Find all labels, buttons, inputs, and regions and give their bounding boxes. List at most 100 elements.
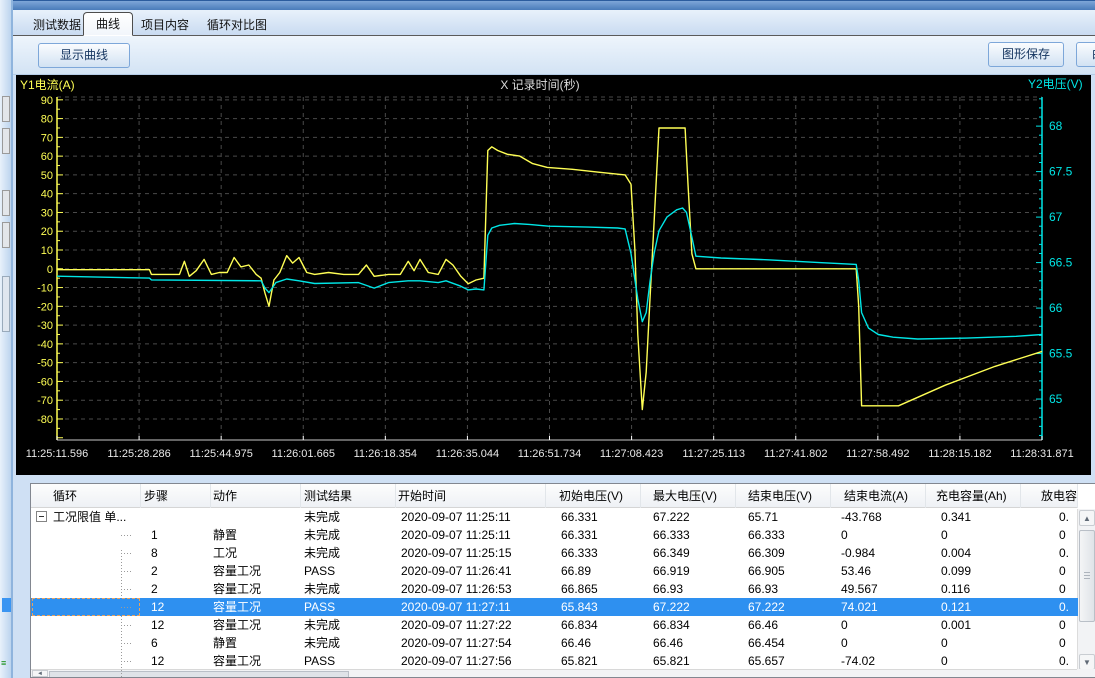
table-row[interactable]: 8工况未完成2020-09-07 11:25:1566.33366.34966.… xyxy=(31,544,1078,562)
table-cell: 65.71 xyxy=(736,508,831,526)
table-cell: 2020-09-07 11:27:54 xyxy=(396,634,546,652)
sliver-scroll-thumb[interactable] xyxy=(2,276,10,332)
table-cell: 容量工况 xyxy=(211,562,301,580)
table-cell: 65.843 xyxy=(546,598,641,616)
table-cell: 2020-09-07 11:27:56 xyxy=(396,652,546,670)
column-header-2[interactable]: 动作 xyxy=(211,484,301,508)
column-header-1[interactable]: 步骤 xyxy=(141,484,211,508)
column-header-9[interactable]: 充电容量(Ah) xyxy=(926,484,1021,508)
table-cell: PASS xyxy=(301,652,396,670)
table-cell: 66.349 xyxy=(641,544,736,562)
table-cell: 12 xyxy=(141,616,211,634)
vertical-scrollbar[interactable]: ▲ ▼ xyxy=(1077,509,1095,671)
cycle-group-label: 工况限值 单... xyxy=(53,510,126,524)
table-row[interactable]: 1静置未完成2020-09-07 11:25:1166.33166.33366.… xyxy=(31,526,1078,544)
y2-tick-label: 66 xyxy=(1049,301,1063,315)
table-row[interactable]: 2容量工况未完成2020-09-07 11:26:5366.86566.9366… xyxy=(31,580,1078,598)
table-cell: 65.821 xyxy=(641,652,736,670)
results-table: 循环步骤动作测试结果开始时间初始电压(V)最大电压(V)结束电压(V)结束电流(… xyxy=(30,483,1095,678)
table-cell xyxy=(141,508,211,526)
table-cell: 8 xyxy=(141,544,211,562)
clipped-curve-button[interactable]: 曲 xyxy=(1076,42,1095,67)
tree-branch-mark xyxy=(121,535,133,536)
table-cell: 66.93 xyxy=(736,580,831,598)
x-tick-label: 11:28:15.182 xyxy=(928,448,991,460)
column-header-7[interactable]: 结束电压(V) xyxy=(736,484,831,508)
table-cell: 53.46 xyxy=(831,562,926,580)
y1-tick-label: -30 xyxy=(37,320,53,332)
x-tick-label: 11:27:41.802 xyxy=(764,448,827,460)
table-row[interactable]: 工况限值 单...未完成2020-09-07 11:25:1166.33167.… xyxy=(31,508,1078,526)
scroll-up-button[interactable]: ▲ xyxy=(1079,510,1095,526)
column-header-10[interactable]: 放电容 xyxy=(1021,484,1078,508)
table-row[interactable]: 12容量工况PASS2020-09-07 11:27:1165.84367.22… xyxy=(31,598,1078,616)
y1-tick-label: 20 xyxy=(41,226,53,238)
y2-tick-label: 65.5 xyxy=(1049,347,1073,361)
tab-cycle-comparison[interactable]: 循环对比图 xyxy=(195,14,279,36)
table-cell: 49.567 xyxy=(831,580,926,598)
column-header-3[interactable]: 测试结果 xyxy=(301,484,396,508)
scroll-thumb[interactable] xyxy=(1079,530,1095,622)
y1-tick-label: 0 xyxy=(47,264,53,276)
y1-tick-label: 80 xyxy=(41,114,53,126)
show-curve-button[interactable]: 显示曲线 xyxy=(38,43,130,68)
main-window: 测试数据 曲线 项目内容 循环对比图 显示曲线 图形保存 曲 -80-70-60… xyxy=(13,0,1095,678)
sliver-grip xyxy=(2,128,10,154)
table-cell: PASS xyxy=(301,598,396,616)
y1-tick-label: -20 xyxy=(37,301,53,313)
save-graphic-button[interactable]: 图形保存 xyxy=(988,42,1064,67)
column-header-5[interactable]: 初始电压(V) xyxy=(546,484,641,508)
table-cell: 66.46 xyxy=(736,616,831,634)
scroll-down-button[interactable]: ▼ xyxy=(1079,654,1095,670)
table-cell: 67.222 xyxy=(641,508,736,526)
tree-collapse-icon[interactable] xyxy=(36,511,47,522)
tab-project-content[interactable]: 项目内容 xyxy=(129,14,201,36)
column-header-8[interactable]: 结束电流(A) xyxy=(831,484,926,508)
toolbar: 显示曲线 图形保存 曲 xyxy=(13,36,1095,75)
y2-tick-label: 65 xyxy=(1049,392,1063,406)
table-cell: 66.93 xyxy=(641,580,736,598)
table-cell: 未完成 xyxy=(301,616,396,634)
x-tick-label: 11:26:18.354 xyxy=(354,448,417,460)
tree-branch-mark xyxy=(121,643,133,644)
table-cell: 工况限值 单... xyxy=(31,508,141,526)
table-row[interactable]: 2容量工况PASS2020-09-07 11:26:4166.8966.9196… xyxy=(31,562,1078,580)
y2-tick-label: 66.5 xyxy=(1049,256,1073,270)
table-cell: -0.984 xyxy=(831,544,926,562)
table-cell: 0.121 xyxy=(926,598,1021,616)
table-cell: -74.02 xyxy=(831,652,926,670)
table-cell: 2 xyxy=(141,562,211,580)
table-cell xyxy=(211,508,301,526)
scroll-left-button[interactable]: ◄ xyxy=(32,670,48,677)
table-cell: 容量工况 xyxy=(211,616,301,634)
y1-tick-label: -80 xyxy=(37,414,53,426)
x-tick-label: 11:26:51.734 xyxy=(518,448,581,460)
table-cell: 0 xyxy=(831,616,926,634)
column-header-4[interactable]: 开始时间 xyxy=(396,484,546,508)
y2-tick-label: 67.5 xyxy=(1049,165,1073,179)
table-body: 工况限值 单...未完成2020-09-07 11:25:1166.33167.… xyxy=(31,508,1078,671)
hscroll-thumb[interactable] xyxy=(49,671,349,678)
table-row[interactable]: 12容量工况未完成2020-09-07 11:27:2266.83466.834… xyxy=(31,616,1078,634)
column-header-0[interactable]: 循环 xyxy=(31,484,141,508)
table-cell: 66.333 xyxy=(546,544,641,562)
horizontal-scrollbar[interactable]: ◄ xyxy=(31,669,1078,677)
table-cell: 66.331 xyxy=(546,508,641,526)
table-cell: 0. xyxy=(1021,508,1078,526)
sliver-text-fragment: ≡ xyxy=(1,658,11,670)
table-cell: 未完成 xyxy=(301,508,396,526)
table-row[interactable]: 12容量工况PASS2020-09-07 11:27:5665.82165.82… xyxy=(31,652,1078,670)
table-cell: 2020-09-07 11:27:22 xyxy=(396,616,546,634)
y2-axis-title: Y2电压(V) xyxy=(1028,77,1083,91)
table-cell: 静置 xyxy=(211,634,301,652)
table-row[interactable]: 6静置未完成2020-09-07 11:27:5466.4666.4666.45… xyxy=(31,634,1078,652)
tab-curve[interactable]: 曲线 xyxy=(83,12,133,36)
column-header-6[interactable]: 最大电压(V) xyxy=(641,484,736,508)
chart-canvas: -80-70-60-50-40-30-20-100102030405060708… xyxy=(16,75,1091,475)
tab-bar: 测试数据 曲线 项目内容 循环对比图 xyxy=(13,10,1095,36)
table-cell: 容量工况 xyxy=(211,580,301,598)
table-cell: 0 xyxy=(1021,580,1078,598)
y1-tick-label: 50 xyxy=(41,170,53,182)
y1-tick-label: 90 xyxy=(41,95,53,107)
table-cell: 0 xyxy=(1021,616,1078,634)
